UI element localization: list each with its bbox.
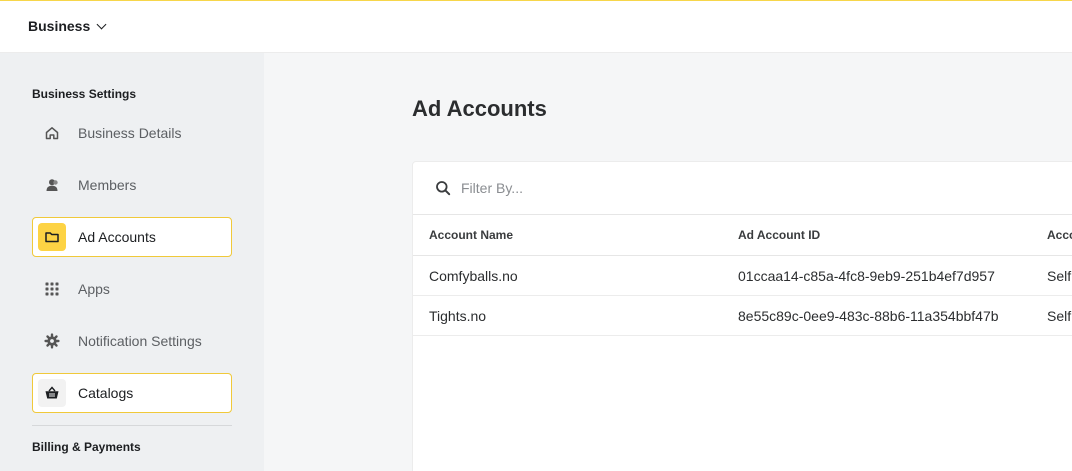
ad-account-id-cell: 8e55c89c-0ee9-483c-88b6-11a354bbf47b [738, 308, 999, 324]
search-icon [435, 180, 451, 196]
sidebar-item-business-details[interactable]: Business Details [32, 113, 232, 153]
home-icon [38, 119, 66, 147]
ad-account-id-cell: 01ccaa14-c85a-4fc8-9eb9-251b4ef7d957 [738, 268, 995, 284]
page-title: Ad Accounts [412, 96, 547, 121]
column-header-ad-account-id[interactable]: Ad Account ID [738, 228, 820, 242]
sidebar: Business Settings Business Details Membe… [0, 53, 264, 471]
sidebar-item-label: Members [78, 177, 137, 193]
sidebar-divider [32, 425, 232, 426]
sidebar-item-label: Notification Settings [78, 333, 202, 349]
sidebar-item-notification-settings[interactable]: Notification Settings [32, 321, 232, 361]
sidebar-item-label: Catalogs [78, 385, 134, 401]
grid-icon [38, 275, 66, 303]
folder-icon [38, 223, 66, 251]
account-name-cell: Comfyballs.no [429, 268, 518, 284]
section-title-billing: Billing & Payments [32, 440, 141, 454]
section-title-business-settings: Business Settings [32, 87, 137, 101]
account-type-cell: Self [1047, 268, 1072, 284]
sidebar-item-apps[interactable]: Apps [32, 269, 232, 309]
ad-accounts-card: Account Name Ad Account ID Acco Comfybal… [412, 161, 1072, 471]
account-type-cell: Self [1047, 308, 1072, 324]
sidebar-item-ad-accounts[interactable]: Ad Accounts [32, 217, 232, 257]
member-icon [38, 171, 66, 199]
sidebar-item-label: Apps [78, 281, 110, 297]
business-label: Business [28, 18, 91, 34]
filter-input[interactable] [461, 180, 761, 196]
business-switcher[interactable]: Business [28, 18, 107, 34]
sidebar-item-members[interactable]: Members [32, 165, 232, 205]
top-bar: Business [0, 0, 1072, 53]
sidebar-item-label: Ad Accounts [78, 229, 156, 245]
column-header-account-type[interactable]: Acco [1047, 228, 1072, 242]
chevron-down-icon [96, 19, 107, 29]
sidebar-item-catalogs[interactable]: Catalogs [32, 373, 232, 413]
table-row[interactable]: Tights.no 8e55c89c-0ee9-483c-88b6-11a354… [413, 296, 1072, 336]
basket-icon [38, 379, 66, 407]
account-name-cell: Tights.no [429, 308, 487, 324]
table-header: Account Name Ad Account ID Acco [413, 215, 1072, 256]
filter-bar [413, 162, 1072, 215]
gear-icon [38, 327, 66, 355]
column-header-account-name[interactable]: Account Name [429, 228, 513, 242]
sidebar-item-label: Business Details [78, 125, 182, 141]
table-row[interactable]: Comfyballs.no 01ccaa14-c85a-4fc8-9eb9-25… [413, 256, 1072, 296]
